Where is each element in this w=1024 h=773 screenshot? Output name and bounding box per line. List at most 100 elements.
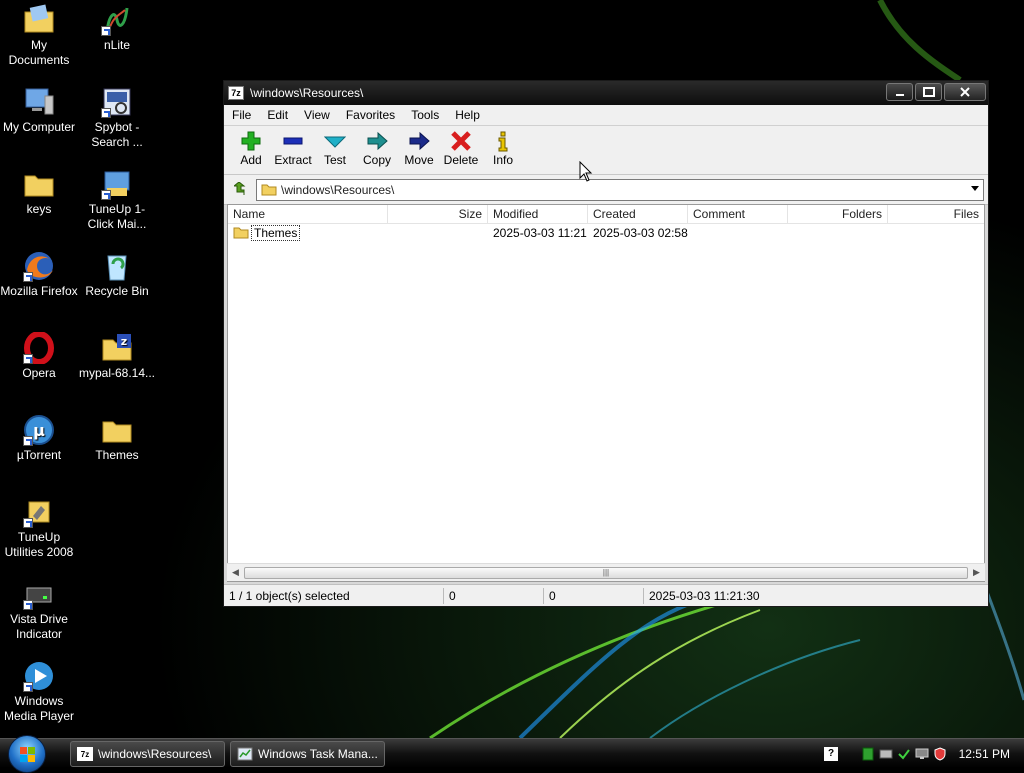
desktop-icon-recycle-bin[interactable]: Recycle Bin bbox=[78, 250, 156, 299]
check-icon bbox=[324, 136, 346, 148]
window-titlebar[interactable]: 7z \windows\Resources\ bbox=[224, 81, 988, 105]
info-label: Info bbox=[492, 153, 513, 167]
minimize-button[interactable] bbox=[886, 83, 913, 101]
up-folder-button[interactable] bbox=[228, 179, 256, 201]
desktop-icon-tuneup-1click[interactable]: TuneUp 1-Click Mai... bbox=[78, 168, 156, 232]
add-button[interactable]: Add bbox=[230, 126, 272, 167]
start-button[interactable] bbox=[8, 735, 46, 773]
menu-favorites[interactable]: Favorites bbox=[338, 108, 403, 122]
status-selection: 1 / 1 object(s) selected bbox=[224, 587, 444, 604]
menu-help[interactable]: Help bbox=[447, 108, 488, 122]
desktop-icon-label: My Computer bbox=[2, 120, 76, 134]
tuneup-utilities-icon bbox=[23, 496, 55, 528]
desktop-icon-mozilla-firefox[interactable]: Mozilla Firefox bbox=[0, 250, 78, 299]
desktop-icon-nlite[interactable]: nLite bbox=[78, 4, 156, 53]
desktop-icon-label: TuneUp Utilities 2008 bbox=[4, 530, 74, 559]
windows-logo-icon bbox=[20, 747, 35, 762]
desktop-icon-vista-drive-indicator[interactable]: Vista Drive Indicator bbox=[0, 578, 78, 642]
maximize-button[interactable] bbox=[915, 83, 942, 101]
extract-button[interactable]: Extract bbox=[272, 126, 314, 167]
monitor-tray-icon[interactable] bbox=[915, 747, 929, 761]
window-controls bbox=[886, 83, 986, 101]
taskbar-item-7zip[interactable]: 7z \windows\Resources\ bbox=[70, 741, 225, 767]
column-name[interactable]: Name bbox=[228, 205, 388, 223]
delete-button[interactable]: Delete bbox=[440, 126, 482, 167]
extract-label: Extract bbox=[274, 153, 312, 167]
desktop-icon-label: Spybot - Search ... bbox=[91, 120, 143, 149]
taskbar-item-task-manager[interactable]: Windows Task Mana... bbox=[230, 741, 385, 767]
maximize-icon bbox=[922, 87, 935, 97]
desktop-icon-label: Mozilla Firefox bbox=[0, 284, 78, 298]
desktop-icon-utorrent[interactable]: µ µTorrent bbox=[0, 414, 78, 463]
clock[interactable]: 12:51 PM bbox=[959, 747, 1010, 761]
svg-text:z: z bbox=[121, 335, 127, 348]
plus-icon bbox=[241, 131, 261, 151]
minus-icon bbox=[283, 137, 303, 145]
minimize-icon bbox=[895, 94, 904, 96]
7zip-app-icon: 7z bbox=[228, 86, 244, 100]
horizontal-scrollbar[interactable]: ◀ ||| ▶ bbox=[227, 563, 985, 581]
taskbar-item-label: \windows\Resources\ bbox=[98, 747, 212, 761]
toolbar: Add Extract Test Copy Move Delete Info bbox=[224, 126, 988, 175]
desktop-icon-spybot[interactable]: Spybot - Search ... bbox=[78, 86, 156, 150]
column-size[interactable]: Size bbox=[388, 205, 488, 223]
move-button[interactable]: Move bbox=[398, 126, 440, 167]
scrollbar-thumb[interactable]: ||| bbox=[244, 566, 968, 579]
table-row[interactable]: Themes 2025-03-03 11:21 2025-03-03 02:58 bbox=[228, 224, 984, 241]
column-comment[interactable]: Comment bbox=[688, 205, 788, 223]
nlite-icon bbox=[101, 4, 133, 36]
desktop-icon-label: Vista Drive Indicator bbox=[10, 612, 68, 641]
scroll-right-icon[interactable]: ▶ bbox=[968, 567, 985, 578]
address-text: \windows\Resources\ bbox=[281, 182, 395, 197]
add-label: Add bbox=[240, 153, 262, 167]
info-button[interactable]: Info bbox=[482, 126, 524, 167]
mouse-cursor-icon bbox=[579, 161, 593, 182]
desktop-icon-label: µTorrent bbox=[16, 448, 62, 462]
file-list[interactable]: Name Size Modified Created Comment Folde… bbox=[227, 204, 985, 582]
status-size: 0 bbox=[444, 587, 544, 604]
info-icon bbox=[498, 131, 508, 152]
close-button[interactable] bbox=[944, 83, 986, 101]
drive-indicator-tray-icon[interactable] bbox=[861, 747, 875, 761]
row-name-cell: Themes bbox=[228, 224, 388, 241]
row-created: 2025-03-03 02:58 bbox=[593, 225, 688, 240]
help-icon[interactable]: ? bbox=[824, 747, 838, 761]
scroll-left-icon[interactable]: ◀ bbox=[227, 567, 244, 578]
test-button[interactable]: Test bbox=[314, 126, 356, 167]
7zip-app-icon: 7z bbox=[77, 747, 93, 761]
column-modified[interactable]: Modified bbox=[488, 205, 588, 223]
desktop-icon-my-documents[interactable]: My Documents bbox=[0, 4, 78, 68]
desktop-icon-keys[interactable]: keys bbox=[0, 168, 78, 217]
desktop-icon-windows-media-player[interactable]: Windows Media Player bbox=[0, 660, 78, 724]
drive-indicator-icon bbox=[23, 578, 55, 610]
desktop-icon-tuneup-utilities[interactable]: TuneUp Utilities 2008 bbox=[0, 496, 78, 560]
network-tray-icon[interactable] bbox=[879, 747, 893, 761]
documents-folder-icon bbox=[23, 4, 55, 36]
taskbar: 7z \windows\Resources\ Windows Task Mana… bbox=[0, 735, 1024, 773]
utorrent-icon: µ bbox=[23, 414, 55, 446]
safely-remove-tray-icon[interactable] bbox=[897, 747, 911, 761]
desktop-icon-opera[interactable]: Opera bbox=[0, 332, 78, 381]
desktop-icon-label: My Documents bbox=[8, 38, 70, 67]
menu-tools[interactable]: Tools bbox=[403, 108, 447, 122]
shield-icon[interactable] bbox=[933, 747, 947, 761]
menu-view[interactable]: View bbox=[296, 108, 338, 122]
desktop-icon-my-computer[interactable]: My Computer bbox=[0, 86, 78, 135]
chevron-down-icon[interactable] bbox=[971, 185, 979, 191]
column-created[interactable]: Created bbox=[588, 205, 688, 223]
column-files[interactable]: Files bbox=[888, 205, 984, 223]
desktop-icon-mypal[interactable]: z mypal-68.14... bbox=[78, 332, 156, 381]
column-folders[interactable]: Folders bbox=[788, 205, 888, 223]
copy-button[interactable]: Copy bbox=[356, 126, 398, 167]
menu-edit[interactable]: Edit bbox=[259, 108, 296, 122]
svg-text:µ: µ bbox=[33, 421, 45, 440]
desktop-icon-label: Windows Media Player bbox=[3, 694, 75, 723]
folder-icon bbox=[261, 184, 277, 196]
address-input[interactable]: \windows\Resources\ bbox=[256, 178, 984, 201]
opera-icon bbox=[23, 332, 55, 364]
desktop-icon-themes[interactable]: Themes bbox=[78, 414, 156, 463]
menu-bar: File Edit View Favorites Tools Help bbox=[224, 105, 988, 126]
menu-file[interactable]: File bbox=[224, 108, 259, 122]
desktop-icon-label: TuneUp 1-Click Mai... bbox=[87, 202, 147, 231]
status-packed-size: 0 bbox=[544, 587, 644, 604]
